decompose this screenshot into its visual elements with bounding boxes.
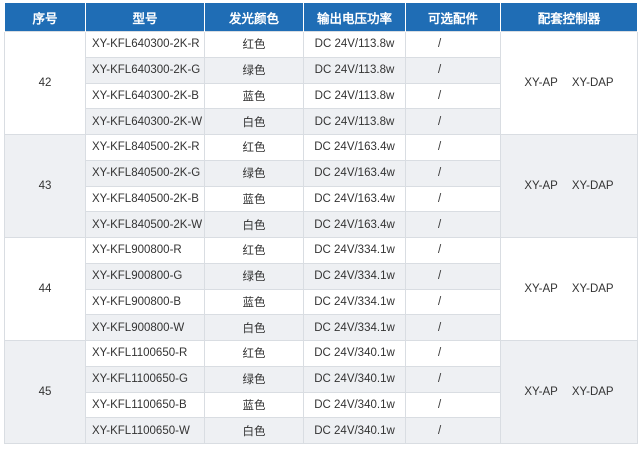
model-cell: XY-KFL900800-G bbox=[85, 262, 205, 290]
power-cell: DC 24V/334.1w bbox=[303, 262, 406, 290]
product-spec-table: 序号 型号 发光颜色 输出电压功率 可选配件 配套控制器 42 XY-KFL640… bbox=[4, 3, 638, 444]
color-cell: 绿色 bbox=[204, 262, 304, 290]
color-cell: 白色 bbox=[204, 314, 304, 341]
power-cell: DC 24V/340.1w bbox=[303, 417, 406, 444]
power-cell: DC 24V/163.4w bbox=[303, 134, 406, 161]
controller-cell: XY-AP XY-DAP bbox=[500, 340, 638, 444]
row-number-cell: 45 bbox=[4, 340, 86, 444]
model-cell: XY-KFL900800-B bbox=[85, 288, 205, 316]
table-row: 45 XY-KFL1100650-R 红色 DC 24V/340.1w / XY-AP XY… bbox=[4, 340, 638, 444]
model-cell: XY-KFL840500-2K-B bbox=[85, 185, 205, 213]
row-number-cell: 43 bbox=[4, 134, 86, 238]
power-cell: DC 24V/340.1w bbox=[303, 365, 406, 393]
power-cell: DC 24V/334.1w bbox=[303, 314, 406, 341]
controller-cell: XY-AP XY-DAP bbox=[500, 31, 638, 135]
power-cell: DC 24V/163.4w bbox=[303, 211, 406, 238]
table-header: 序号 型号 发光颜色 输出电压功率 可选配件 配套控制器 bbox=[4, 3, 638, 32]
color-cell: 红色 bbox=[204, 31, 304, 58]
color-cell: 蓝色 bbox=[204, 82, 304, 110]
accessory-cell: / bbox=[405, 159, 501, 187]
power-cell: DC 24V/113.8w bbox=[303, 82, 406, 110]
model-cell: XY-KFL840500-2K-G bbox=[85, 159, 205, 187]
model-cell: XY-KFL840500-2K-R bbox=[85, 134, 205, 161]
controller-cell: XY-AP XY-DAP bbox=[500, 237, 638, 341]
header-accessory: 可选配件 bbox=[405, 3, 501, 32]
table-row: 44 XY-KFL900800-R 红色 DC 24V/334.1w / XY-AP XY-… bbox=[4, 237, 638, 341]
power-cell: DC 24V/163.4w bbox=[303, 159, 406, 187]
model-cell: XY-KFL640300-2K-B bbox=[85, 82, 205, 110]
model-cell: XY-KFL640300-2K-R bbox=[85, 31, 205, 58]
color-cell: 白色 bbox=[204, 108, 304, 135]
header-model: 型号 bbox=[85, 3, 205, 32]
model-cell: XY-KFL640300-2K-G bbox=[85, 56, 205, 84]
header-color: 发光颜色 bbox=[204, 3, 304, 32]
power-cell: DC 24V/113.8w bbox=[303, 31, 406, 58]
header-row: 序号 型号 发光颜色 输出电压功率 可选配件 配套控制器 bbox=[4, 3, 638, 32]
model-cell: XY-KFL900800-R bbox=[85, 237, 205, 264]
accessory-cell: / bbox=[405, 314, 501, 341]
model-cell: XY-KFL640300-2K-W bbox=[85, 108, 205, 135]
color-cell: 蓝色 bbox=[204, 288, 304, 316]
model-cell: XY-KFL1100650-G bbox=[85, 365, 205, 393]
accessory-cell: / bbox=[405, 134, 501, 161]
color-cell: 绿色 bbox=[204, 56, 304, 84]
color-cell: 红色 bbox=[204, 237, 304, 264]
accessory-cell: / bbox=[405, 340, 501, 367]
color-cell: 绿色 bbox=[204, 159, 304, 187]
power-cell: DC 24V/334.1w bbox=[303, 237, 406, 264]
color-cell: 蓝色 bbox=[204, 185, 304, 213]
power-cell: DC 24V/163.4w bbox=[303, 185, 406, 213]
model-cell: XY-KFL1100650-W bbox=[85, 417, 205, 444]
accessory-cell: / bbox=[405, 82, 501, 110]
accessory-cell: / bbox=[405, 288, 501, 316]
power-cell: DC 24V/340.1w bbox=[303, 340, 406, 367]
accessory-cell: / bbox=[405, 56, 501, 84]
controller-model: XY-DAP bbox=[571, 386, 614, 398]
accessory-cell: / bbox=[405, 108, 501, 135]
color-cell: 绿色 bbox=[204, 365, 304, 393]
model-cell: XY-KFL840500-2K-W bbox=[85, 211, 205, 238]
model-cell: XY-KFL900800-W bbox=[85, 314, 205, 341]
controller-model: XY-AP bbox=[524, 386, 558, 398]
row-number-cell: 42 bbox=[4, 31, 86, 135]
accessory-cell: / bbox=[405, 365, 501, 393]
model-cell: XY-KFL1100650-B bbox=[85, 391, 205, 419]
row-number-cell: 44 bbox=[4, 237, 86, 341]
accessory-cell: / bbox=[405, 391, 501, 419]
accessory-cell: / bbox=[405, 237, 501, 264]
controller-model: XY-DAP bbox=[571, 283, 614, 295]
controller-model: XY-AP bbox=[524, 77, 558, 89]
table-row: 43 XY-KFL840500-2K-R 红色 DC 24V/163.4w / XY-AP… bbox=[4, 134, 638, 238]
controller-model: XY-DAP bbox=[571, 180, 614, 192]
color-cell: 蓝色 bbox=[204, 391, 304, 419]
color-cell: 红色 bbox=[204, 340, 304, 367]
accessory-cell: / bbox=[405, 185, 501, 213]
table-row: 42 XY-KFL640300-2K-R 红色 DC 24V/113.8w / XY-AP… bbox=[4, 31, 638, 135]
table-body: 42 XY-KFL640300-2K-R 红色 DC 24V/113.8w / XY-AP… bbox=[4, 31, 638, 444]
accessory-cell: / bbox=[405, 31, 501, 58]
color-cell: 白色 bbox=[204, 211, 304, 238]
controller-model: XY-AP bbox=[524, 283, 558, 295]
controller-model: XY-DAP bbox=[571, 77, 614, 89]
power-cell: DC 24V/113.8w bbox=[303, 108, 406, 135]
header-controller: 配套控制器 bbox=[500, 3, 638, 32]
power-cell: DC 24V/334.1w bbox=[303, 288, 406, 316]
power-cell: DC 24V/340.1w bbox=[303, 391, 406, 419]
model-cell: XY-KFL1100650-R bbox=[85, 340, 205, 367]
color-cell: 白色 bbox=[204, 417, 304, 444]
header-no: 序号 bbox=[4, 3, 86, 32]
accessory-cell: / bbox=[405, 417, 501, 444]
controller-model: XY-AP bbox=[524, 180, 558, 192]
power-cell: DC 24V/113.8w bbox=[303, 56, 406, 84]
color-cell: 红色 bbox=[204, 134, 304, 161]
header-power: 输出电压功率 bbox=[303, 3, 406, 32]
accessory-cell: / bbox=[405, 211, 501, 238]
accessory-cell: / bbox=[405, 262, 501, 290]
controller-cell: XY-AP XY-DAP bbox=[500, 134, 638, 238]
